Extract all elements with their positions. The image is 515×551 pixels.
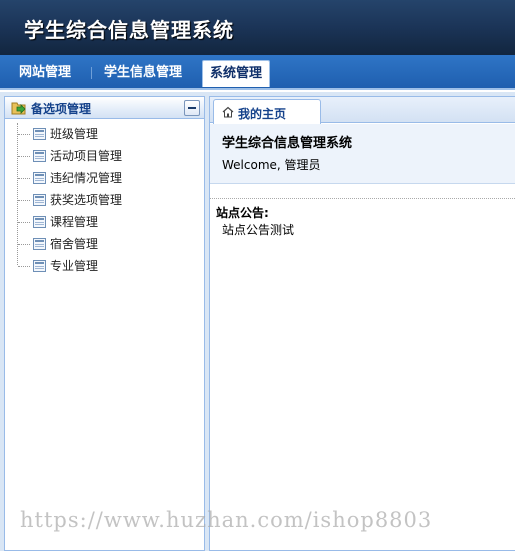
tree-item-label: 专业管理: [50, 259, 99, 273]
app-header: 学生综合信息管理系统: [0, 0, 515, 55]
table-icon: [33, 150, 46, 162]
table-icon: [33, 172, 46, 184]
table-icon: [33, 238, 46, 250]
tree-item-label: 课程管理: [50, 215, 99, 229]
table-icon: [33, 260, 46, 272]
site-title: 学生综合信息管理系统: [222, 136, 353, 151]
watermark: https://www.huzhan.com/ishop8803: [20, 508, 433, 532]
tree-item-label: 违纪情况管理: [50, 171, 123, 185]
table-icon: [33, 194, 46, 206]
notice-label: 站点公告:: [216, 206, 269, 220]
table-icon: [33, 216, 46, 228]
collapse-icon[interactable]: [184, 100, 200, 116]
welcome-text: Welcome, 管理员: [222, 158, 321, 172]
app-title: 学生综合信息管理系统: [24, 18, 234, 42]
tree-item-discipline[interactable]: 违纪情况管理: [5, 167, 204, 189]
nav-item-system-management[interactable]: 系统管理: [202, 60, 271, 87]
left-panel-title: 备选项管理: [31, 102, 92, 116]
options-tree: 班级管理 活动项目管理 违纪情况管理 获奖选项管理 课程管理 宿舍管理 专业管理: [5, 119, 204, 277]
tree-item-label: 宿舍管理: [50, 237, 99, 251]
tab-my-home[interactable]: 我的主页: [213, 99, 321, 124]
tree-item-activity[interactable]: 活动项目管理: [5, 145, 204, 167]
divider: [210, 198, 515, 199]
folder-arrow-icon: [11, 102, 26, 115]
tab-label: 我的主页: [238, 107, 287, 121]
tree-item-label: 活动项目管理: [50, 149, 123, 163]
main-panel: 我的主页 学生综合信息管理系统 Welcome, 管理员 站点公告: 站点公告测…: [209, 96, 515, 551]
nav-separator: [91, 67, 92, 79]
nav-item-student-info[interactable]: 学生信息管理: [97, 60, 189, 85]
table-icon: [33, 128, 46, 140]
home-icon: [222, 106, 234, 118]
tree-item-course[interactable]: 课程管理: [5, 211, 204, 233]
welcome-box: 学生综合信息管理系统 Welcome, 管理员: [210, 124, 515, 184]
tree-item-label: 班级管理: [50, 127, 99, 141]
tree-item-label: 获奖选项管理: [50, 193, 123, 207]
tree-item-dormitory[interactable]: 宿舍管理: [5, 233, 204, 255]
left-panel: 备选项管理 班级管理 活动项目管理 违纪情况管理 获奖选项管理 课程管理 宿舍管…: [4, 96, 205, 551]
top-nav: 网站管理 学生信息管理 系统管理: [0, 55, 515, 90]
tree-item-class[interactable]: 班级管理: [5, 123, 204, 145]
nav-item-site-management[interactable]: 网站管理: [12, 60, 78, 85]
notice-text: 站点公告测试: [222, 223, 295, 237]
tree-item-award[interactable]: 获奖选项管理: [5, 189, 204, 211]
left-panel-header: 备选项管理: [5, 97, 204, 119]
tree-item-major[interactable]: 专业管理: [5, 255, 204, 277]
tab-strip: 我的主页: [210, 97, 515, 124]
